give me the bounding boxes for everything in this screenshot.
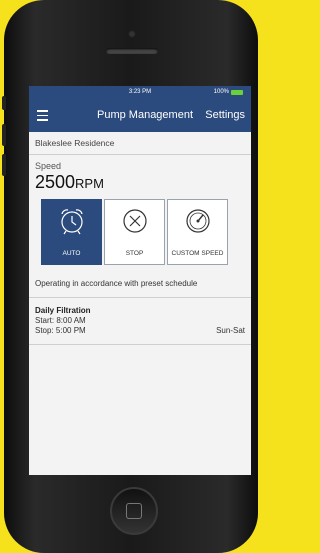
custom-speed-button[interactable]: CUSTOM SPEED <box>167 199 228 265</box>
location-name: Blakeslee Residence <box>29 132 251 155</box>
app-screen: 3:23 PM 100% Pump Management Settings Bl… <box>29 86 251 475</box>
page-title: Pump Management <box>97 109 193 121</box>
mute-switch <box>2 96 6 110</box>
battery-icon <box>231 89 243 95</box>
stop-mode-button[interactable]: STOP <box>104 199 165 265</box>
home-button[interactable] <box>110 487 158 535</box>
gauge-icon <box>185 209 210 233</box>
nav-bar: Pump Management Settings <box>29 98 251 132</box>
volume-down-button <box>2 154 6 176</box>
battery-percent: 100% <box>213 89 229 95</box>
schedule-item[interactable]: Daily Filtration Start: 8:00 AM Stop: 5:… <box>29 298 251 344</box>
speed-number: 2500 <box>35 172 76 192</box>
hamburger-menu-icon[interactable] <box>37 110 48 124</box>
volume-up-button <box>2 124 6 146</box>
divider <box>29 344 251 345</box>
auto-mode-label: AUTO <box>62 250 81 257</box>
status-bar: 3:23 PM 100% <box>29 86 251 98</box>
alarm-clock-icon <box>60 209 83 235</box>
schedule-start: Start: 8:00 AM <box>35 316 86 325</box>
earpiece-speaker <box>106 48 158 54</box>
speed-value: 2500RPM <box>29 172 251 193</box>
phone-frame: 3:23 PM 100% Pump Management Settings Bl… <box>2 0 258 553</box>
front-camera <box>128 30 136 38</box>
operating-status-text: Operating in accordance with preset sche… <box>35 279 198 288</box>
schedule-stop: Stop: 5:00 PM <box>35 326 86 335</box>
mode-selector: AUTO STOP CUSTOM SPEED <box>29 193 251 265</box>
settings-button[interactable]: Settings <box>205 109 245 121</box>
schedule-days: Sun-Sat <box>216 326 245 335</box>
auto-mode-button[interactable]: AUTO <box>41 199 102 265</box>
speed-label: Speed <box>35 161 62 171</box>
custom-speed-label: CUSTOM SPEED <box>171 250 224 257</box>
battery-indicator: 100% <box>214 89 243 95</box>
stop-mode-label: STOP <box>125 250 144 257</box>
speed-unit: RPM <box>75 176 104 191</box>
schedule-name: Daily Filtration <box>35 306 91 315</box>
stop-x-icon <box>122 209 147 233</box>
